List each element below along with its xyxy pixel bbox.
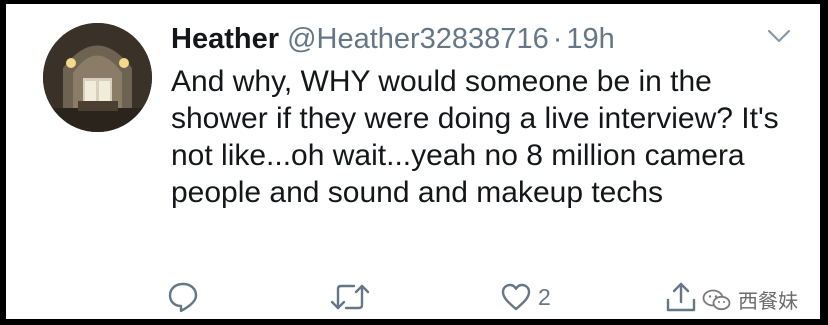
- wechat-icon: [702, 289, 731, 310]
- reply-button[interactable]: [166, 280, 200, 314]
- timestamp[interactable]: 19h: [566, 23, 614, 55]
- tweet-card: Heather @Heather32838716 · 19h And why, WH…: [6, 4, 820, 319]
- reply-icon: [168, 282, 198, 313]
- like-count: 2: [538, 283, 551, 310]
- share-button[interactable]: [664, 280, 698, 314]
- avatar-image: [43, 23, 152, 132]
- like-button[interactable]: 2: [500, 280, 551, 314]
- tweet-text: And why, WHY would someone be in the sho…: [171, 65, 779, 209]
- avatar[interactable]: [43, 23, 152, 132]
- watermark: 西餐妹: [702, 285, 798, 314]
- chevron-down-icon[interactable]: [766, 26, 792, 46]
- watermark-text: 西餐妹: [738, 291, 798, 313]
- retweet-button[interactable]: [330, 280, 370, 314]
- share-icon: [666, 282, 696, 312]
- retweet-icon: [330, 284, 370, 310]
- separator: ·: [552, 23, 563, 55]
- tweet-actions: 2: [6, 280, 820, 316]
- display-name[interactable]: Heather: [171, 23, 279, 55]
- heart-icon: [501, 283, 531, 311]
- handle[interactable]: @Heather32838716: [287, 23, 549, 55]
- tweet-header: Heather @Heather32838716 · 19h: [171, 21, 615, 57]
